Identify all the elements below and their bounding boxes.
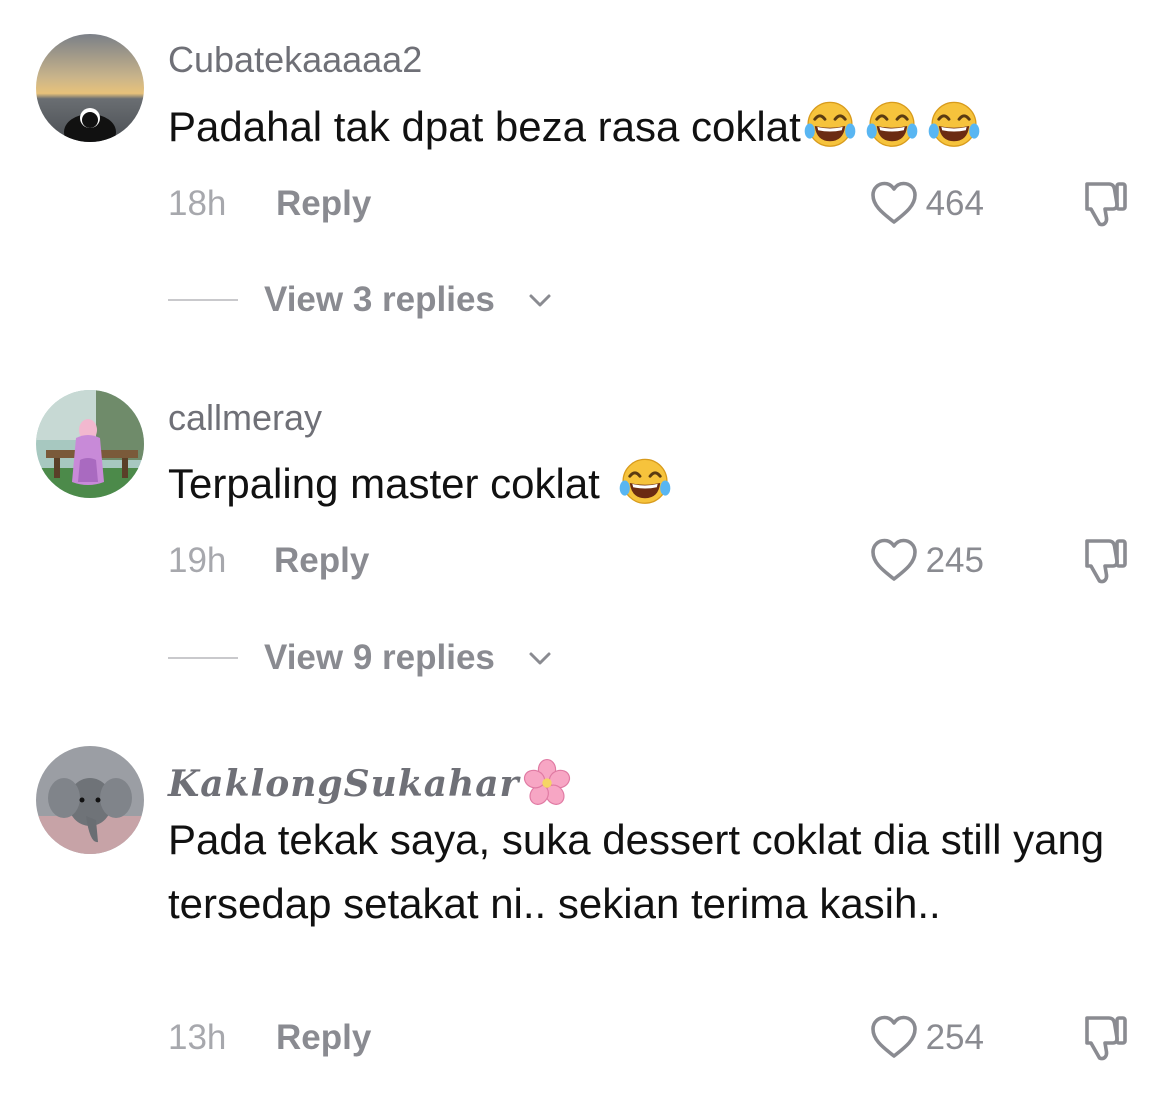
reply-button[interactable]: Reply [274,539,369,583]
view-replies-button[interactable]: View 9 replies [168,636,588,680]
dislike-icon[interactable] [1079,1012,1129,1064]
chevron-down-icon[interactable] [526,286,554,314]
joy-emoji-icon [865,99,919,153]
comment-actions: 19h Reply 245 [168,539,1129,583]
timestamp: 19h [168,541,227,580]
joy-emoji-icon [618,456,672,510]
like-count: 464 [925,184,984,223]
comment-text-content: Terpaling master coklat [168,460,612,507]
avatar[interactable] [36,34,144,142]
comment-text-content: Padahal tak dpat beza rasa coklat [168,103,801,150]
dislike-icon[interactable] [1079,178,1129,230]
comment-text: Pada tekak saya, suka dessert coklat dia… [168,816,1105,927]
reply-button[interactable]: Reply [276,1016,371,1060]
reply-button[interactable]: Reply [276,182,371,226]
comment-text: Terpaling master coklat [168,452,1128,516]
like-count: 245 [925,541,984,580]
avatar[interactable] [36,746,144,854]
heart-icon[interactable] [869,180,919,226]
timestamp: 13h [168,1018,227,1057]
divider-line [168,299,238,301]
joy-emoji-icon [803,99,857,153]
username[interactable]: KaklongSukahar [168,758,572,808]
divider-line [168,657,238,659]
username[interactable]: Cubatekaaaaa2 [168,42,422,78]
comment-actions: 13h Reply 254 [168,1016,1129,1060]
dislike-icon[interactable] [1079,535,1129,587]
joy-emoji-icon [927,99,981,153]
avatar[interactable] [36,390,144,498]
timestamp: 18h [168,184,227,223]
comment-actions: 18h Reply 464 [168,182,1129,226]
cherry-blossom-icon [522,758,572,808]
view-replies-button[interactable]: View 3 replies [168,278,588,322]
view-replies-label[interactable]: View 3 replies [264,278,495,322]
heart-icon[interactable] [869,1014,919,1060]
view-replies-label[interactable]: View 9 replies [264,636,495,680]
comment-text: Padahal tak dpat beza rasa coklat [168,95,1128,159]
like-count: 254 [925,1018,984,1057]
username-text[interactable]: KaklongSukahar [168,763,520,805]
username[interactable]: callmeray [168,400,322,436]
heart-icon[interactable] [869,537,919,583]
chevron-down-icon[interactable] [526,644,554,672]
